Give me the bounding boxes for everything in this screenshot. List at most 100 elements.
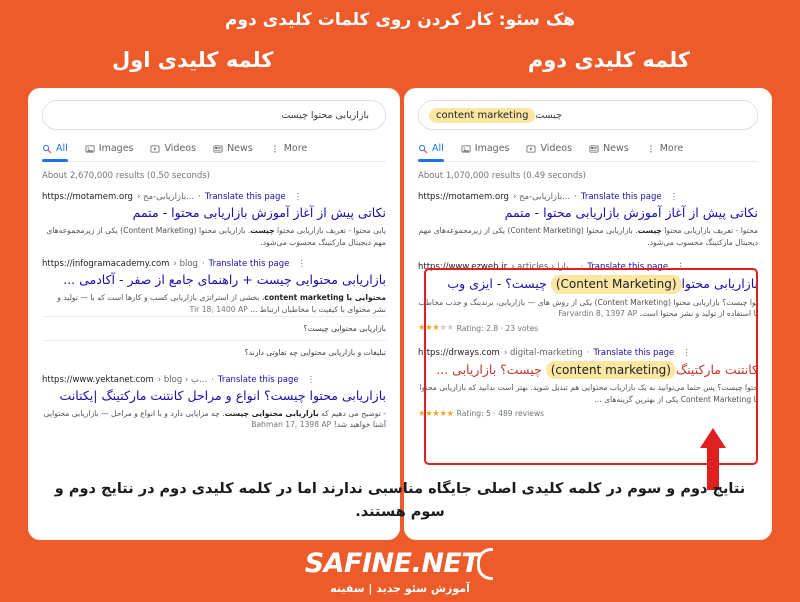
- result-path: › blog › ب...: [157, 374, 208, 385]
- result-domain: https://infogramacademy.com: [42, 259, 170, 270]
- search-input[interactable]: content marketing چیست: [418, 100, 758, 130]
- result-path: › articles › بازا...: [511, 262, 577, 273]
- logo-text: SAFINE.NET: [304, 548, 480, 579]
- result-path: › بازاریابی-مح...: [512, 192, 571, 202]
- tab-images[interactable]: Images: [85, 143, 134, 161]
- right-column-title: کلمه کلیدی دوم: [527, 48, 690, 72]
- result-path: › blog: [173, 259, 198, 270]
- tab-news[interactable]: News: [589, 143, 629, 161]
- tab-images[interactable]: Images: [461, 143, 510, 161]
- search-result-highlighted: https://drways.com › digital-marketing ·…: [418, 348, 758, 419]
- title-part-right: کانتنت مارکتینگ: [675, 362, 758, 378]
- result-rating: ★★★★★ Rating: 2.8 · 23 votes: [418, 323, 758, 333]
- result-url[interactable]: https://www.ezweb.ir › articles › بازا..…: [418, 262, 758, 272]
- desc-bold: چیست: [250, 225, 275, 235]
- search-nav-tabs: All Images Videos News More: [418, 143, 758, 162]
- result-rating: ★★★★★ Rating: 5 · 489 reviews: [418, 409, 758, 419]
- desc-text: حتوا چیست؟ پس حتما می‌توانید به یک بازار…: [419, 383, 758, 405]
- brand-tagline: آموزش سئو جدید | سفینه: [330, 581, 470, 595]
- result-date: Bahman 17, 1398 AP: [251, 420, 332, 430]
- related-question[interactable]: تبلیغات و بازاریابی محتوایی چه تفاوتی دا…: [42, 339, 386, 364]
- result-menu-icon[interactable]: ⋮: [297, 259, 307, 269]
- result-url[interactable]: https://drways.com › digital-marketing ·…: [418, 348, 758, 358]
- image-icon: [461, 144, 471, 154]
- translate-link[interactable]: Translate this page: [593, 348, 674, 358]
- result-domain: https://www.yektanet.com: [42, 374, 154, 385]
- result-url[interactable]: https://www.yektanet.com › blog › ب... ·…: [42, 375, 386, 385]
- result-menu-icon[interactable]: ⋮: [676, 262, 686, 272]
- search-input[interactable]: بازاریابی محتوا چیست: [42, 100, 386, 130]
- result-path: › بازاریابی-مح...: [136, 192, 195, 202]
- translate-link[interactable]: Translate this page: [587, 262, 668, 272]
- tab-all[interactable]: All: [418, 143, 444, 162]
- search-icon: [418, 144, 428, 154]
- result-description: یابی محتوا - تعریف بازاریابی محتوا چیست.…: [42, 225, 386, 249]
- image-icon: [85, 144, 95, 154]
- left-column-title: کلمه کلیدی اول: [112, 48, 274, 72]
- result-title[interactable]: بازاریابی محتوا(Content Marketing) چیست؟…: [418, 275, 758, 294]
- search-result: https://motamem.org › بازاریابی-مح... · …: [42, 192, 386, 248]
- tab-more[interactable]: More: [270, 143, 308, 161]
- result-url[interactable]: https://infogramacademy.com › blog · Tra…: [42, 259, 386, 269]
- result-domain: https://motamem.org: [418, 192, 509, 202]
- desc-pre: محتوا - تعریف بازاریابی محتوا: [661, 225, 758, 235]
- result-title[interactable]: نکاتی پیش از آغاز آموزش بازاریابی محتوا …: [418, 205, 758, 222]
- translate-link[interactable]: Translate this page: [581, 192, 662, 202]
- tab-videos[interactable]: Videos: [150, 143, 196, 161]
- desc-pre: یابی محتوا - تعریف بازاریابی محتوا: [274, 225, 386, 235]
- result-title[interactable]: بازاریابی محتوا چیست؟ انواع و مراحل کانت…: [42, 388, 386, 405]
- result-title[interactable]: بازاریابی محتوایی چیست + راهنمای جامع از…: [42, 272, 386, 289]
- related-question[interactable]: بازاریابی محتوایی چیست؟: [42, 315, 386, 340]
- tab-images-label: Images: [474, 143, 510, 154]
- tab-news[interactable]: News: [213, 143, 253, 161]
- caption-text: نتایج دوم و سوم در کلمه کلیدی اصلی جایگا…: [54, 481, 746, 521]
- tab-videos[interactable]: Videos: [526, 143, 572, 161]
- video-icon: [150, 144, 160, 154]
- title-part-left: چیست؟ - ایزی وب: [447, 276, 547, 292]
- tab-more[interactable]: More: [646, 143, 684, 161]
- result-menu-icon[interactable]: ⋮: [294, 192, 304, 202]
- tab-more-label: More: [283, 143, 308, 154]
- tab-more-label: More: [659, 143, 684, 154]
- more-vertical-icon: [646, 144, 656, 154]
- tab-all[interactable]: All: [42, 143, 68, 162]
- video-icon: [526, 144, 536, 154]
- result-title[interactable]: نکاتی پیش از آغاز آموزش بازاریابی محتوا …: [42, 205, 386, 222]
- result-description: حتوا چیست؟ پس حتما می‌توانید به یک بازار…: [418, 382, 758, 406]
- news-icon: [589, 144, 599, 154]
- results-count: About 2,670,000 results (0.50 seconds): [42, 171, 210, 181]
- title-highlight: (content marketing): [545, 361, 676, 380]
- desc-pre: محتوایی: [354, 293, 386, 303]
- result-menu-icon[interactable]: ⋮: [307, 375, 317, 385]
- search-result: https://www.yektanet.com › blog › ب... ·…: [42, 375, 386, 431]
- rating-text: Rating: 5 · 489 reviews: [456, 409, 545, 419]
- tab-images-label: Images: [98, 143, 134, 154]
- result-url[interactable]: https://motamem.org › بازاریابی-مح... · …: [418, 192, 758, 202]
- result-domain: https://www.ezweb.ir: [418, 262, 508, 273]
- rating-text: Rating: 2.8 · 23 votes: [456, 323, 539, 333]
- result-path: › digital-marketing: [503, 348, 583, 359]
- result-menu-icon[interactable]: ⋮: [682, 348, 692, 358]
- translate-link[interactable]: Translate this page: [209, 259, 290, 269]
- search-result: https://motamem.org › بازاریابی-مح... · …: [418, 192, 758, 248]
- result-menu-icon[interactable]: ⋮: [670, 192, 680, 202]
- tab-news-label: News: [227, 143, 253, 154]
- news-icon: [213, 144, 223, 154]
- footer: SAFINE.NET آموزش سئو جدید | سفینه: [0, 540, 800, 602]
- search-nav-tabs: All Images Videos News More: [42, 143, 386, 162]
- search-query-suffix: چیست: [535, 109, 562, 121]
- title-highlight: (Content Marketing): [550, 275, 682, 294]
- desc-bold: چیست: [637, 225, 662, 235]
- result-url[interactable]: https://motamem.org › بازاریابی-مح... · …: [42, 192, 386, 202]
- result-title[interactable]: کانتنت مارکتینگ(content marketing) چیست؟…: [418, 361, 758, 380]
- tab-all-label: All: [432, 143, 444, 154]
- desc-bold: بازاریابی محتوایی چیست: [224, 408, 319, 418]
- translate-link[interactable]: Translate this page: [205, 192, 286, 202]
- search-result-highlighted: https://www.ezweb.ir › articles › بازا..…: [418, 262, 758, 333]
- title-part-right: بازاریابی محتوا: [681, 276, 758, 292]
- result-date: Farvardin 8, 1397 AP: [558, 309, 638, 319]
- translate-link[interactable]: Translate this page: [218, 375, 299, 385]
- result-description: توا چیست؟ بازاریابی محتوا (Content Marke…: [418, 297, 758, 321]
- result-description: محتوا - تعریف بازاریابی محتوا چیست. بازا…: [418, 225, 758, 249]
- tab-videos-label: Videos: [540, 143, 573, 154]
